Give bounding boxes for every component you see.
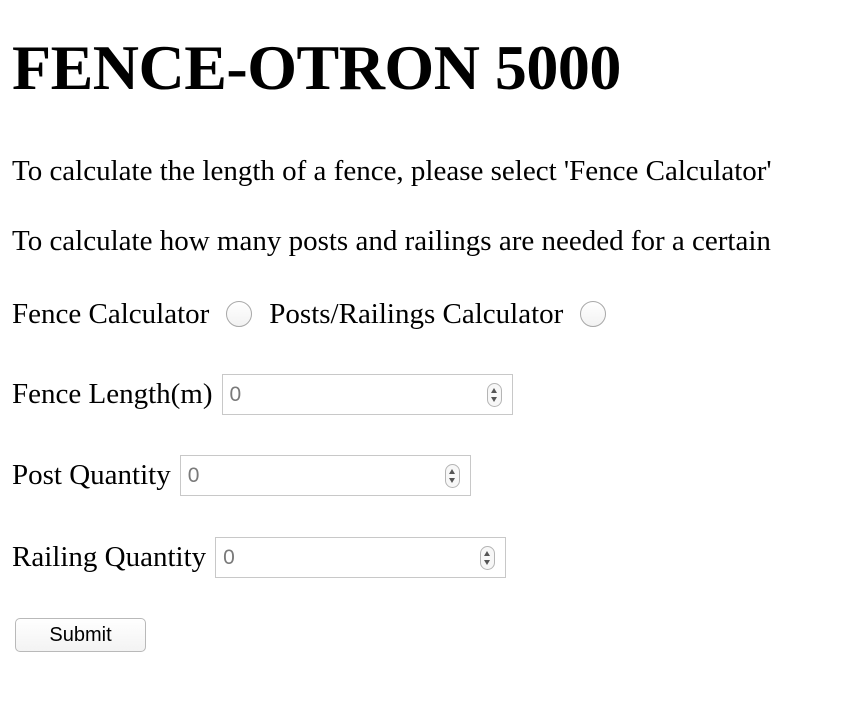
posts-railings-calculator-label: Posts/Railings Calculator [269, 297, 564, 330]
fence-calculator-instruction: To calculate the length of a fence, plea… [12, 155, 772, 187]
posts-railings-instruction: To calculate how many posts and railings… [12, 225, 771, 257]
fence-length-field[interactable] [221, 373, 513, 415]
submit-button[interactable]: Submit [15, 618, 146, 652]
railing-quantity-input[interactable] [223, 543, 464, 572]
post-quantity-field[interactable] [179, 454, 471, 496]
post-quantity-stepper[interactable] [444, 463, 460, 488]
post-quantity-label: Post Quantity [12, 458, 171, 491]
fence-length-input[interactable] [229, 380, 470, 409]
increment-arrow-icon[interactable] [490, 387, 497, 393]
decrement-arrow-icon[interactable] [484, 559, 491, 565]
railing-quantity-stepper[interactable] [480, 545, 496, 570]
post-quantity-input[interactable] [187, 461, 428, 490]
fence-length-row: Fence Length(m) [12, 373, 513, 415]
increment-arrow-icon[interactable] [448, 468, 455, 474]
railing-quantity-label: Railing Quantity [12, 540, 207, 573]
posts-railings-calculator-radio[interactable] [580, 301, 607, 327]
fence-calculator-radio[interactable] [226, 301, 253, 327]
post-quantity-row: Post Quantity [12, 454, 471, 496]
railing-quantity-field[interactable] [215, 536, 507, 578]
fence-length-label: Fence Length(m) [12, 377, 213, 410]
decrement-arrow-icon[interactable] [490, 396, 497, 402]
fence-calculator-label: Fence Calculator [12, 297, 210, 330]
increment-arrow-icon[interactable] [484, 550, 491, 556]
railing-quantity-row: Railing Quantity [12, 536, 507, 578]
decrement-arrow-icon[interactable] [448, 477, 455, 483]
page-title: FENCE-OTRON 5000 [12, 32, 621, 103]
calculator-mode-selector: Fence Calculator Posts/Railings Calculat… [12, 295, 623, 333]
fence-length-stepper[interactable] [486, 382, 502, 407]
